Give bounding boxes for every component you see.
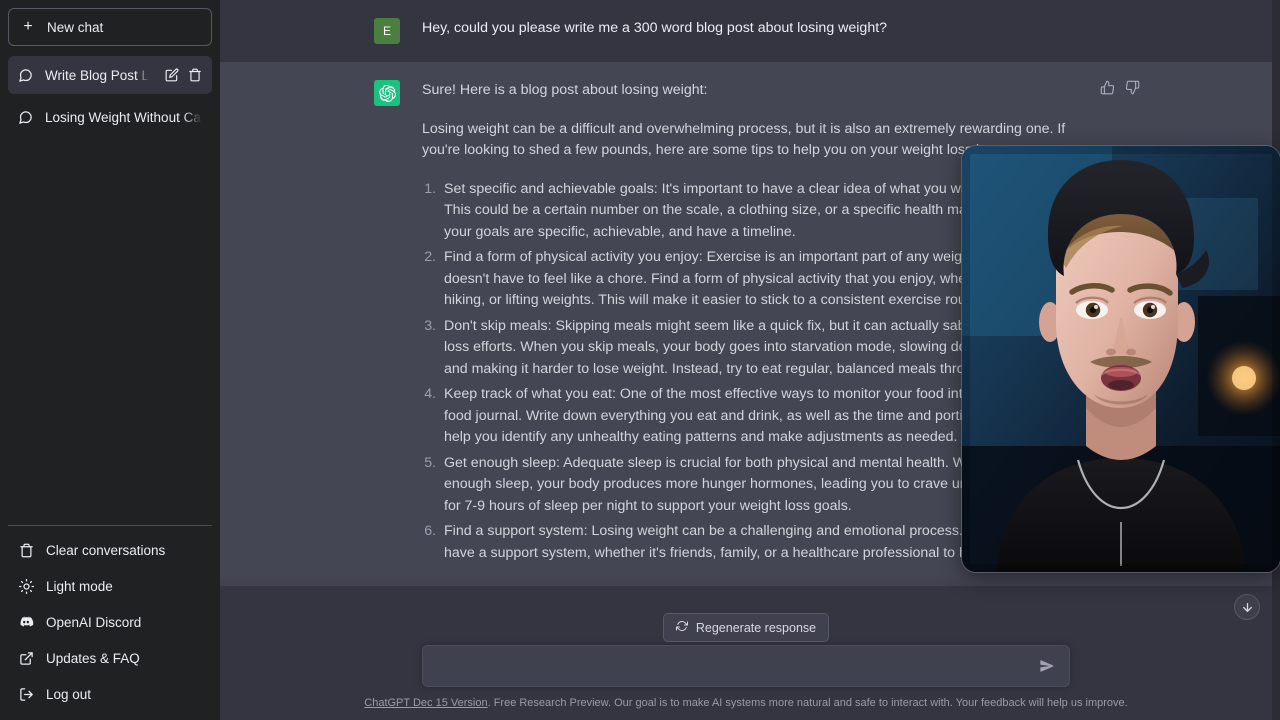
logout-icon — [18, 686, 34, 702]
message-text: Hey, could you please write me a 300 wor… — [422, 18, 1094, 44]
trash-icon — [18, 542, 34, 558]
message-rating-actions — [1100, 80, 1140, 95]
chatgpt-app: + New chat Write Blog Post Losing — [0, 0, 1280, 720]
regenerate-row: Regenerate response — [220, 613, 1272, 642]
chat-bubble-icon — [18, 68, 33, 83]
external-link-icon — [18, 650, 34, 666]
chat-history-list: Write Blog Post Losing — [8, 56, 212, 525]
footer-disclaimer: ChatGPT Dec 15 Version. Free Research Pr… — [220, 687, 1272, 720]
chat-item[interactable]: Losing Weight Without Calorie — [8, 98, 212, 136]
chat-item-actions — [161, 68, 202, 82]
thumbs-up-icon[interactable] — [1100, 80, 1115, 95]
chat-item-active[interactable]: Write Blog Post Losing — [8, 56, 212, 94]
sidebar-item-updates-faq[interactable]: Updates & FAQ — [8, 640, 212, 676]
trash-icon[interactable] — [188, 68, 202, 82]
refresh-icon — [675, 620, 688, 635]
discord-icon — [18, 614, 34, 630]
chat-bubble-icon — [18, 110, 33, 125]
sidebar-item-label: Light mode — [46, 578, 113, 594]
sidebar-item-clear-conversations[interactable]: Clear conversations — [8, 532, 212, 568]
message-user: E Hey, could you please write me a 300 w… — [220, 0, 1272, 62]
sidebar: + New chat Write Blog Post Losing — [0, 0, 220, 720]
footer-note-text: . Free Research Preview. Our goal is to … — [487, 697, 1128, 709]
message-input[interactable] — [437, 658, 1039, 674]
sidebar-item-label: Updates & FAQ — [46, 650, 140, 666]
regenerate-label: Regenerate response — [695, 620, 817, 635]
sidebar-item-light-mode[interactable]: Light mode — [8, 568, 212, 604]
version-link[interactable]: ChatGPT Dec 15 Version — [364, 697, 487, 709]
sidebar-item-label: Log out — [46, 686, 92, 702]
sidebar-item-openai-discord[interactable]: OpenAI Discord — [8, 604, 212, 640]
plus-icon: + — [23, 18, 33, 35]
sidebar-bottom-menu: Clear conversations Light mode OpenAI Di… — [8, 525, 212, 712]
sidebar-item-label: OpenAI Discord — [46, 614, 142, 630]
chat-item-title: Write Blog Post Losing — [45, 67, 149, 83]
send-icon[interactable] — [1039, 658, 1055, 674]
composer-area: Regenerate response ChatGPT Dec 15 Versi… — [220, 613, 1272, 720]
scroll-to-bottom-button[interactable] — [1234, 594, 1260, 620]
chat-item-title: Losing Weight Without Calorie — [45, 109, 202, 125]
user-prompt: Hey, could you please write me a 300 wor… — [422, 20, 888, 36]
avatar — [374, 80, 400, 106]
edit-icon[interactable] — [165, 68, 179, 82]
assistant-intro: Sure! Here is a blog post about losing w… — [422, 82, 708, 98]
webcam-overlay[interactable] — [962, 146, 1280, 572]
message-composer[interactable] — [422, 645, 1070, 687]
regenerate-response-button[interactable]: Regenerate response — [662, 613, 830, 642]
new-chat-label: New chat — [47, 19, 104, 35]
sidebar-item-label: Clear conversations — [46, 542, 166, 558]
webcam-video — [962, 146, 1280, 572]
sun-icon — [18, 578, 34, 594]
thumbs-down-icon[interactable] — [1125, 80, 1140, 95]
new-chat-button[interactable]: + New chat — [8, 8, 212, 46]
avatar: E — [374, 18, 400, 44]
sidebar-item-log-out[interactable]: Log out — [8, 676, 212, 712]
